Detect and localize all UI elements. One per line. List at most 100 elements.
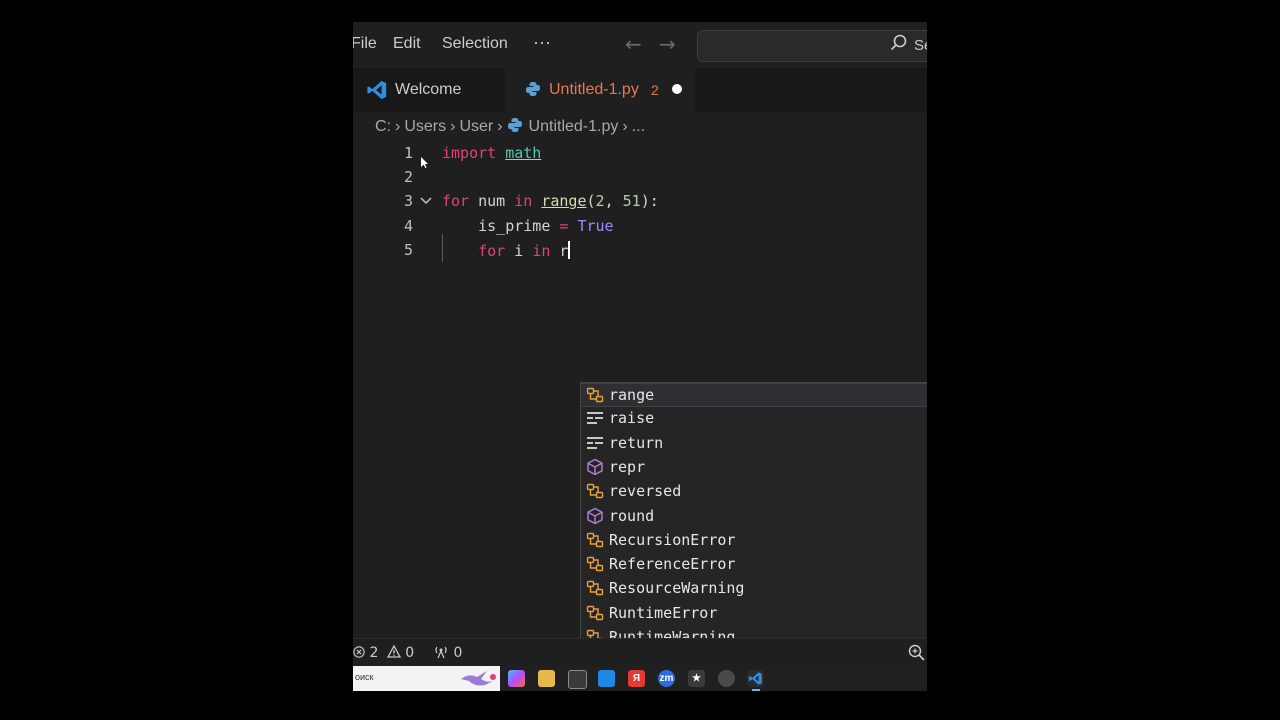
search-text: Se [914,37,927,54]
chevron-right-icon: › [497,118,503,135]
suggestion-label: ResourceWarning [609,579,745,598]
vscode-window: File Edit Selection ··· ← → Se Welcome U… [353,22,927,691]
ports-status[interactable]: 0 [433,645,462,661]
vscode-taskbar-icon[interactable] [747,670,764,687]
problem-count-badge: 2 [651,82,659,98]
suggestion-label: RuntimeError [609,603,718,622]
suggestion-item[interactable]: round [581,505,927,529]
vscode-logo-icon [366,79,388,105]
breadcrumb-item[interactable]: Users [404,118,446,135]
ports-count: 0 [453,645,463,661]
suggestion-item[interactable]: reversed [581,480,927,504]
unsaved-dot-icon[interactable] [672,84,682,94]
code-token: ( [586,192,596,210]
code-token: range [541,192,587,210]
class-icon [585,579,605,599]
code-token: , [604,192,623,210]
screen-recorder-icon[interactable] [718,670,735,687]
breadcrumb-item[interactable]: Untitled-1.py [529,118,619,135]
suggestion-item[interactable]: repr [581,456,927,480]
suggestion-item[interactable]: range [581,383,927,407]
zoom-icon[interactable] [908,644,926,666]
status-bar: 2 0 0 [353,638,927,669]
taskbar-search-text: оиск [355,672,374,682]
suggestion-label: return [609,433,664,452]
code-token: 2 [595,192,605,210]
search-icon [890,34,908,57]
suggestion-item[interactable]: RecursionError [581,529,927,553]
more-menu-icon[interactable]: ··· [533,32,551,53]
code-token: i [505,242,533,260]
back-arrow-icon[interactable]: ← [625,32,642,56]
star-app-icon[interactable]: ★ [688,670,705,687]
copilot-icon[interactable] [508,670,525,687]
breadcrumb-item[interactable]: ... [632,118,645,135]
class-icon [585,555,605,575]
windows-taskbar: оиск Я zm ★ [353,666,927,691]
breadcrumb: C: › Users › User › Untitled-1.py ›... [375,117,645,138]
suggestion-label: ReferenceError [609,555,736,574]
code-token: math [505,144,542,162]
suggestion-label: RecursionError [609,530,736,549]
suggestion-label: reversed [609,482,682,501]
chevron-right-icon: › [450,118,456,135]
store-icon[interactable] [568,670,587,689]
suggestion-label: repr [609,457,646,476]
text-cursor [568,241,571,259]
forward-arrow-icon[interactable]: → [659,32,676,56]
warning-count: 0 [405,645,415,661]
yandex-browser-icon[interactable]: Я [628,670,645,687]
menu-edit[interactable]: Edit [393,35,421,53]
class-icon [585,604,605,624]
command-center-search[interactable]: Se [697,30,927,62]
mail-icon[interactable] [598,670,615,687]
code-token: True [577,217,614,235]
suggestion-item[interactable]: return [581,432,927,456]
code-token: import [442,144,497,162]
menu-file[interactable]: File [353,35,377,53]
suggestion-item[interactable]: RuntimeError [581,602,927,626]
tab-bar: Welcome Untitled-1.py 2 [353,68,927,112]
mouse-cursor-icon [421,154,429,172]
menu-selection[interactable]: Selection [442,35,508,53]
tab-untitled-1[interactable]: Untitled-1.py 2 [505,68,695,112]
active-app-indicator [752,689,760,691]
zoom-app-icon[interactable]: zm [658,670,675,687]
class-icon [585,482,605,502]
suggestion-item[interactable]: raise [581,407,927,431]
line-number: 1 [403,144,413,162]
file-explorer-icon[interactable] [538,670,555,687]
line-number: 3 [403,192,413,210]
code-line-3: for num in range(2, 51): [442,192,659,210]
tab-welcome-label: Welcome [395,81,462,98]
line-number: 2 [403,168,413,186]
code-token: is_prime [442,217,560,235]
chevron-right-icon: › [395,118,401,135]
keyword-icon [585,434,605,454]
class-icon [585,386,605,406]
tab-welcome[interactable]: Welcome [353,68,505,112]
code-token: for [442,192,470,210]
suggestion-item[interactable]: ResourceWarning [581,577,927,601]
breadcrumb-item[interactable]: C: [375,118,391,135]
keyword-icon [585,409,605,429]
suggestion-label: raise [609,409,655,428]
code-token: 51 [622,192,641,210]
python-icon [507,117,523,138]
autocomplete-suggestions: range raise return repr reversed round Recursi… [580,382,927,681]
suggestion-label: round [609,506,655,525]
breadcrumb-item[interactable]: User [459,118,493,135]
tab-untitled-label: Untitled-1.py [549,81,639,98]
python-icon [525,81,541,101]
fold-chevron-icon[interactable] [419,194,433,212]
code-editor[interactable]: 1 2 3 4 5 import math for num in range(2… [353,142,927,681]
problems-status[interactable]: 2 0 [353,644,415,661]
code-token: ): [640,192,659,210]
code-line-4: is_prime = True [442,217,614,235]
suggestion-item[interactable]: ReferenceError [581,553,927,577]
code-token: r [550,242,569,260]
taskbar-search[interactable]: оиск [353,666,500,691]
